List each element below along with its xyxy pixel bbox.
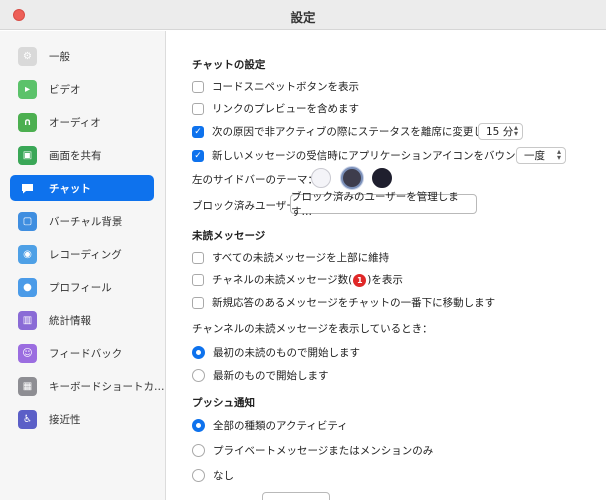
code-snippet-checkbox[interactable] xyxy=(192,80,204,93)
channel-unread-count-suffix: )を表示 xyxy=(367,274,403,286)
theme-dark-swatch[interactable] xyxy=(372,168,392,188)
theme-gray-swatch[interactable] xyxy=(341,167,363,189)
settings-panel: チャットの設定 コードスニペットボタンを表示 リンクのプレビューを含めます ✓ … xyxy=(167,31,606,500)
push-private-mentions-radio[interactable] xyxy=(192,444,205,457)
inactive-duration-select[interactable]: 15 分 ▴ ▾ xyxy=(478,123,523,140)
sidebar-item-accessibility[interactable]: ♿ 接近性 xyxy=(10,406,154,432)
sidebar-item-video[interactable]: ▸ ビデオ xyxy=(10,76,154,102)
keep-unread-top-checkbox[interactable] xyxy=(192,251,204,264)
start-newest-option[interactable]: 最新のもので開始します xyxy=(192,368,329,383)
move-new-replies-option[interactable]: 新規応答のあるメッセージをチャットの一番下に移動します xyxy=(192,295,495,310)
sidebar-item-label: レコーディング xyxy=(49,248,122,261)
bounce-icon-checkbox[interactable]: ✓ xyxy=(192,149,204,162)
share-screen-icon: ▣ xyxy=(18,145,37,165)
start-oldest-radio[interactable] xyxy=(192,346,205,359)
sidebar-item-profile[interactable]: ● プロフィール xyxy=(10,274,154,300)
start-oldest-label: 最初の未読のもので開始します xyxy=(213,347,360,359)
keep-unread-top-label: すべての未読メッセージを上部に維持 xyxy=(212,252,390,264)
bounce-frequency-select[interactable]: 一度 ▴ ▾ xyxy=(516,147,566,164)
smiley-icon: ☺ xyxy=(18,343,37,363)
stepper-icon: ▴ ▾ xyxy=(513,123,518,138)
push-none-label: なし xyxy=(213,470,234,482)
push-notifications-heading: プッシュ通知 xyxy=(192,397,255,409)
manage-blocked-users-button[interactable]: ブロック済みのユーザーを管理します… xyxy=(290,191,477,218)
sidebar-item-label: バーチャル背景 xyxy=(49,215,123,228)
headphones-icon: ∩ xyxy=(18,112,37,132)
inactive-status-option[interactable]: ✓ 次の原因で非アクティブの際にステータスを離席に変更します: xyxy=(192,124,508,139)
channel-unread-count-label: チャネルの未読メッセージ数(1)を表示 xyxy=(212,272,403,287)
sidebar-item-label: キーボードショートカ… xyxy=(49,380,165,393)
sidebar-item-label: 接近性 xyxy=(49,413,81,426)
chat-settings-heading: チャットの設定 xyxy=(192,59,266,71)
stepper-icon: ▴ ▾ xyxy=(556,147,561,162)
sidebar-item-label: 一般 xyxy=(49,50,70,63)
keep-unread-top-option[interactable]: すべての未読メッセージを上部に維持 xyxy=(192,250,389,265)
link-preview-option[interactable]: リンクのプレビューを含めます xyxy=(192,101,359,116)
accessibility-icon: ♿ xyxy=(18,409,37,429)
when-showing-label: チャンネルの未読メッセージを表示しているとき： xyxy=(192,323,433,335)
record-icon: ◉ xyxy=(18,244,37,264)
inactive-duration-value: 15 分 xyxy=(486,126,514,138)
link-preview-checkbox[interactable] xyxy=(192,102,204,115)
sidebar-theme-row: 左のサイドバーのテーマ： xyxy=(192,172,318,187)
push-none-radio[interactable] xyxy=(192,469,205,482)
keyboard-icon: ▦ xyxy=(18,376,37,396)
sidebar-item-label: プロフィール xyxy=(49,281,112,294)
sidebar-theme-label: 左のサイドバーのテーマ： xyxy=(192,174,318,186)
partially-visible-button[interactable] xyxy=(262,492,330,500)
blocked-users-label: ブロック済みユーザー xyxy=(192,200,297,212)
push-all-activity-option[interactable]: 全部の種類のアクティビティ xyxy=(192,418,348,433)
push-all-activity-label: 全部の種類のアクティビティ xyxy=(213,420,348,432)
channel-unread-count-checkbox[interactable] xyxy=(192,273,204,286)
unread-messages-heading: 未読メッセージ xyxy=(192,230,266,242)
sidebar-item-label: フィードバック xyxy=(49,347,123,360)
bounce-frequency-value: 一度 xyxy=(524,150,545,162)
unread-count-badge: 1 xyxy=(353,274,367,287)
person-background-icon: ▢ xyxy=(18,211,37,231)
profile-icon: ● xyxy=(18,277,37,297)
sidebar-item-general[interactable]: ⚙ 一般 xyxy=(10,43,154,69)
inactive-status-checkbox[interactable]: ✓ xyxy=(192,125,204,138)
sidebar-item-label: 統計情報 xyxy=(49,314,91,327)
bounce-icon-option[interactable]: ✓ 新しいメッセージの受信時にアプリケーションアイコンをバウンスします xyxy=(192,148,557,163)
push-all-activity-radio[interactable] xyxy=(192,419,205,432)
sidebar-item-label: ビデオ xyxy=(49,83,81,96)
push-private-mentions-label: プライベートメッセージまたはメンションのみ xyxy=(213,445,434,457)
chat-bubble-icon xyxy=(18,178,37,198)
push-private-mentions-option[interactable]: プライベートメッセージまたはメンションのみ xyxy=(192,443,433,458)
sidebar-item-keyboard-shortcuts[interactable]: ▦ キーボードショートカ… xyxy=(10,373,165,399)
sidebar-item-recording[interactable]: ◉ レコーディング xyxy=(10,241,154,267)
sidebar-item-chat[interactable]: チャット xyxy=(10,175,154,201)
theme-light-swatch[interactable] xyxy=(311,168,331,188)
gear-icon: ⚙ xyxy=(18,46,37,66)
sidebar-item-audio[interactable]: ∩ オーディオ xyxy=(10,109,154,135)
link-preview-label: リンクのプレビューを含めます xyxy=(212,103,359,115)
statistics-icon: ▥ xyxy=(18,310,37,330)
inactive-status-label: 次の原因で非アクティブの際にステータスを離席に変更します: xyxy=(212,126,509,138)
video-camera-icon: ▸ xyxy=(18,79,37,99)
sidebar-item-statistics[interactable]: ▥ 統計情報 xyxy=(10,307,154,333)
move-new-replies-label: 新規応答のあるメッセージをチャットの一番下に移動します xyxy=(212,297,496,309)
sidebar-item-feedback[interactable]: ☺ フィードバック xyxy=(10,340,154,366)
start-newest-radio[interactable] xyxy=(192,369,205,382)
start-newest-label: 最新のもので開始します xyxy=(213,370,329,382)
sidebar-item-label: チャット xyxy=(49,182,91,195)
code-snippet-label: コードスニペットボタンを表示 xyxy=(212,81,359,93)
start-oldest-option[interactable]: 最初の未読のもので開始します xyxy=(192,345,360,360)
sidebar-item-label: 画面を共有 xyxy=(49,149,102,162)
when-showing-row: チャンネルの未読メッセージを表示しているとき： xyxy=(192,321,433,336)
bounce-icon-label: 新しいメッセージの受信時にアプリケーションアイコンをバウンスします xyxy=(212,150,558,162)
code-snippet-option[interactable]: コードスニペットボタンを表示 xyxy=(192,79,359,94)
title-bar: 設定 xyxy=(0,0,606,30)
channel-unread-count-prefix: チャネルの未読メッセージ数( xyxy=(212,274,353,286)
push-none-option[interactable]: なし xyxy=(192,468,234,483)
channel-unread-count-option[interactable]: チャネルの未読メッセージ数(1)を表示 xyxy=(192,272,403,287)
sidebar: ⚙ 一般 ▸ ビデオ ∩ オーディオ ▣ 画面を共有 チャット ▢ バーチャル背… xyxy=(0,31,166,500)
sidebar-item-virtual-background[interactable]: ▢ バーチャル背景 xyxy=(10,208,154,234)
window-title: 設定 xyxy=(290,10,316,25)
sidebar-item-label: オーディオ xyxy=(49,116,101,129)
blocked-users-row: ブロック済みユーザー xyxy=(192,198,297,213)
sidebar-item-share-screen[interactable]: ▣ 画面を共有 xyxy=(10,142,154,168)
move-new-replies-checkbox[interactable] xyxy=(192,296,204,309)
